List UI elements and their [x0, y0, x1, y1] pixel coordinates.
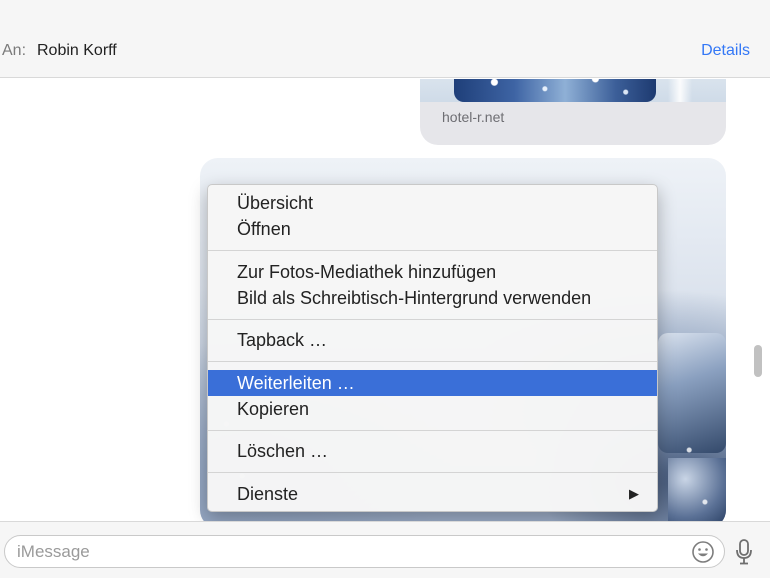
conversation-header: An: Robin Korff Details [0, 0, 770, 78]
menu-separator [208, 319, 657, 320]
menu-item-open[interactable]: Öffnen [208, 216, 657, 242]
menu-item-set-desktop-picture[interactable]: Bild als Schreibtisch-Hintergrund verwen… [208, 285, 657, 311]
menu-item-copy[interactable]: Kopieren [208, 396, 657, 422]
recipient-name[interactable]: Robin Korff [37, 42, 117, 60]
link-preview-image [420, 79, 726, 102]
submenu-arrow-icon: ▶ [629, 486, 639, 501]
menu-item-delete[interactable]: Löschen … [208, 438, 657, 464]
emoji-icon[interactable] [691, 540, 715, 564]
menu-item-forward[interactable]: Weiterleiten … [208, 370, 657, 396]
scrollbar-thumb[interactable] [754, 345, 762, 377]
recipient-prefix: An: [2, 42, 27, 59]
menu-item-overview[interactable]: Übersicht [208, 190, 657, 216]
link-preview-bubble[interactable]: hotel-r.net [420, 79, 726, 145]
menu-separator [208, 430, 657, 431]
link-preview-domain: hotel-r.net [442, 109, 505, 125]
menu-item-services-label: Dienste [237, 484, 299, 504]
details-button[interactable]: Details [701, 42, 750, 60]
message-input[interactable] [4, 535, 725, 568]
bottle-image [454, 79, 656, 102]
menu-item-tapback[interactable]: Tapback … [208, 327, 657, 353]
menu-separator [208, 250, 657, 251]
menu-item-services[interactable]: Dienste ▶ [208, 481, 657, 507]
compose-bar [0, 521, 770, 578]
menu-item-add-to-photos[interactable]: Zur Fotos-Mediathek hinzufügen [208, 259, 657, 285]
menu-separator [208, 472, 657, 473]
microphone-icon[interactable] [734, 538, 754, 566]
context-menu: Übersicht Öffnen Zur Fotos-Mediathek hin… [207, 184, 658, 512]
menu-separator [208, 361, 657, 362]
